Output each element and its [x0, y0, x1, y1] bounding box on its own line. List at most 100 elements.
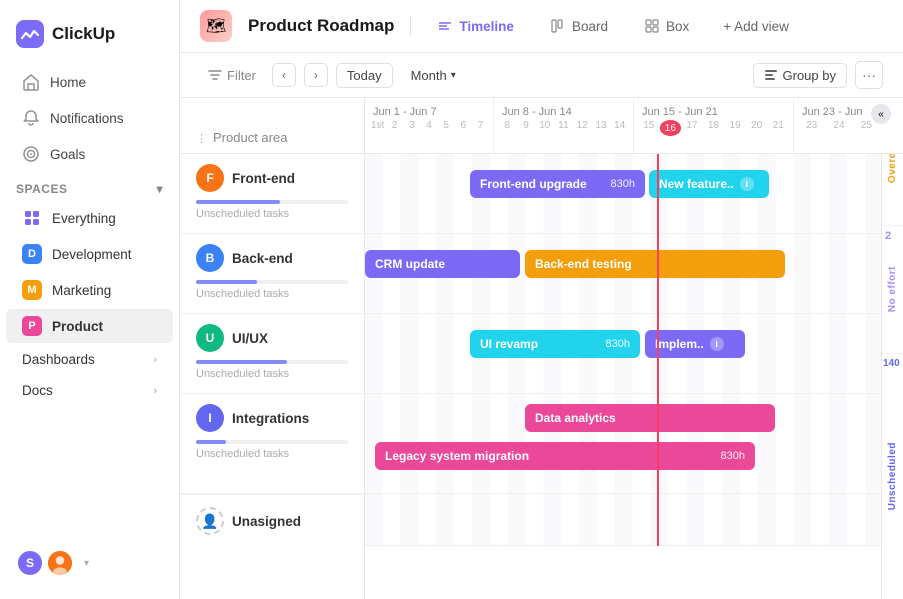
user-avatar-s[interactable]: S — [16, 549, 44, 577]
day-label: 6 — [455, 120, 472, 131]
day-label: 14 — [610, 120, 629, 131]
task-hours: 830h — [598, 338, 630, 350]
day-label: 11 — [554, 120, 573, 131]
tab-box[interactable]: Box — [634, 13, 699, 39]
month-chevron: ▾ — [451, 70, 456, 81]
day-label: 5 — [438, 120, 455, 131]
uiux-unscheduled: Unscheduled tasks — [196, 368, 348, 380]
week-1-label: Jun 1 - Jun 7 — [365, 98, 493, 120]
task-label: CRM update — [375, 257, 445, 271]
sidebar-item-marketing[interactable]: M Marketing — [6, 273, 173, 307]
week-2-label: Jun 8 - Jun 14 — [494, 98, 633, 120]
filter-button[interactable]: Filter — [200, 64, 264, 87]
grid-row-frontend: Front-end upgrade 830h New feature.. i — [365, 154, 903, 234]
sidebar-item-notifications[interactable]: Notifications — [6, 101, 173, 135]
next-button[interactable]: › — [304, 63, 328, 87]
week-col-2: Jun 8 - Jun 14 8 9 10 11 12 13 14 — [494, 98, 634, 153]
week-col-3: Jun 15 - Jun 21 15 16 17 18 19 20 21 — [634, 98, 794, 153]
chevron-icon: ▾ — [84, 558, 89, 569]
task-label: Front-end upgrade — [480, 177, 587, 191]
tab-board[interactable]: Board — [540, 13, 618, 39]
tab-timeline[interactable]: Timeline — [427, 13, 524, 39]
timeline-header: Jun 1 - Jun 7 1st 2 3 4 5 6 7 J — [365, 98, 903, 154]
day-label: 7 — [472, 120, 489, 131]
backend-avatar: B — [196, 244, 224, 272]
filter-icon — [208, 68, 222, 82]
sidebar-bottom: S ▾ — [0, 539, 179, 587]
week-4-days: 23 24 25 — [794, 120, 884, 131]
uiux-name: UI/UX — [232, 331, 268, 346]
day-label: 17 — [681, 120, 703, 136]
task-bar-new-feature[interactable]: New feature.. i — [649, 170, 769, 198]
docs-label: Docs — [22, 383, 53, 398]
integrations-progress-fill — [196, 440, 226, 444]
prev-button[interactable]: ‹ — [272, 63, 296, 87]
add-view-button[interactable]: + Add view — [715, 14, 797, 39]
task-bar-backend-testing[interactable]: Back-end testing — [525, 250, 785, 278]
sidebar-item-home[interactable]: Home — [6, 65, 173, 99]
sidebar-item-goals[interactable]: Goals — [6, 137, 173, 171]
integrations-name: Integrations — [232, 411, 309, 426]
day-label: 8 — [498, 120, 517, 131]
sidebar-item-docs[interactable]: Docs › — [6, 376, 173, 405]
task-bar-crm[interactable]: CRM update — [365, 250, 520, 278]
filter-label: Filter — [227, 68, 256, 83]
collapse-button[interactable]: « — [871, 104, 891, 124]
row-item-uiux: U UI/UX Unscheduled tasks — [180, 314, 364, 394]
toolbar: Filter ‹ › Today Month ▾ Group by ··· — [180, 53, 903, 98]
marketing-avatar: M — [22, 280, 42, 300]
month-button[interactable]: Month ▾ — [401, 64, 466, 87]
info-icon: i — [740, 177, 754, 191]
month-label: Month — [411, 68, 447, 83]
goals-label: Goals — [50, 147, 85, 162]
tab-divider-1 — [410, 16, 411, 36]
sidebar: ClickUp Home Notifications Goals Spaces … — [0, 0, 180, 599]
info-icon: i — [710, 337, 724, 351]
user-avatar-photo[interactable] — [46, 549, 74, 577]
frontend-progress-fill — [196, 200, 280, 204]
chevron-down-icon[interactable]: ▾ — [156, 182, 163, 196]
product-avatar: P — [22, 316, 42, 336]
topbar: 🗺 Product Roadmap Timeline Board — [180, 0, 903, 53]
integrations-unscheduled: Unscheduled tasks — [196, 448, 348, 460]
grid-row-uiux: UI revamp 830h Implem.. i — [365, 314, 903, 394]
task-bar-legacy[interactable]: Legacy system migration 830h — [375, 442, 755, 470]
app-name: ClickUp — [52, 24, 115, 44]
day-label: 24 — [825, 120, 852, 131]
row-labels-header: ⋮ Product area — [180, 98, 364, 154]
task-bar-ui-revamp[interactable]: UI revamp 830h — [470, 330, 640, 358]
task-bar-implement[interactable]: Implem.. i — [645, 330, 745, 358]
board-icon — [550, 18, 566, 34]
logo-area: ClickUp — [0, 12, 179, 64]
task-bar-frontend-upgrade[interactable]: Front-end upgrade 830h — [470, 170, 645, 198]
week-2-days: 8 9 10 11 12 13 14 — [494, 120, 633, 131]
day-label: 10 — [535, 120, 554, 131]
more-options-button[interactable]: ··· — [855, 61, 883, 89]
unscheduled-badge-section: Unscheduled 140 — [882, 354, 903, 599]
sidebar-item-development[interactable]: D Development — [6, 237, 173, 271]
main-content: 🗺 Product Roadmap Timeline Board — [180, 0, 903, 599]
day-label: 9 — [517, 120, 536, 131]
integrations-progress-bg — [196, 440, 348, 444]
day-label: 1st — [369, 120, 386, 131]
group-by-button[interactable]: Group by — [753, 63, 847, 88]
uiux-progress-bg — [196, 360, 348, 364]
task-bar-data-analytics[interactable]: Data analytics — [525, 404, 775, 432]
today-day-label: 16 — [660, 120, 682, 136]
home-label: Home — [50, 75, 86, 90]
day-label: 12 — [573, 120, 592, 131]
docs-chevron: › — [153, 385, 157, 397]
task-label: UI revamp — [480, 337, 538, 351]
unassigned-avatar: 👤 — [196, 507, 224, 535]
today-button[interactable]: Today — [336, 63, 393, 88]
day-label: 2 — [386, 120, 403, 131]
frontend-name: Front-end — [232, 171, 295, 186]
noeffort-badge-section: No effort 2 — [882, 226, 903, 354]
sidebar-item-everything[interactable]: Everything — [6, 201, 173, 235]
week-3-label: Jun 15 - Jun 21 — [634, 98, 793, 120]
group-by-label: Group by — [783, 68, 836, 83]
sidebar-item-dashboards[interactable]: Dashboards › — [6, 345, 173, 374]
spaces-label: Spaces — [16, 182, 67, 196]
sidebar-item-product[interactable]: P Product — [6, 309, 173, 343]
unscheduled-label: Unscheduled — [887, 442, 898, 510]
